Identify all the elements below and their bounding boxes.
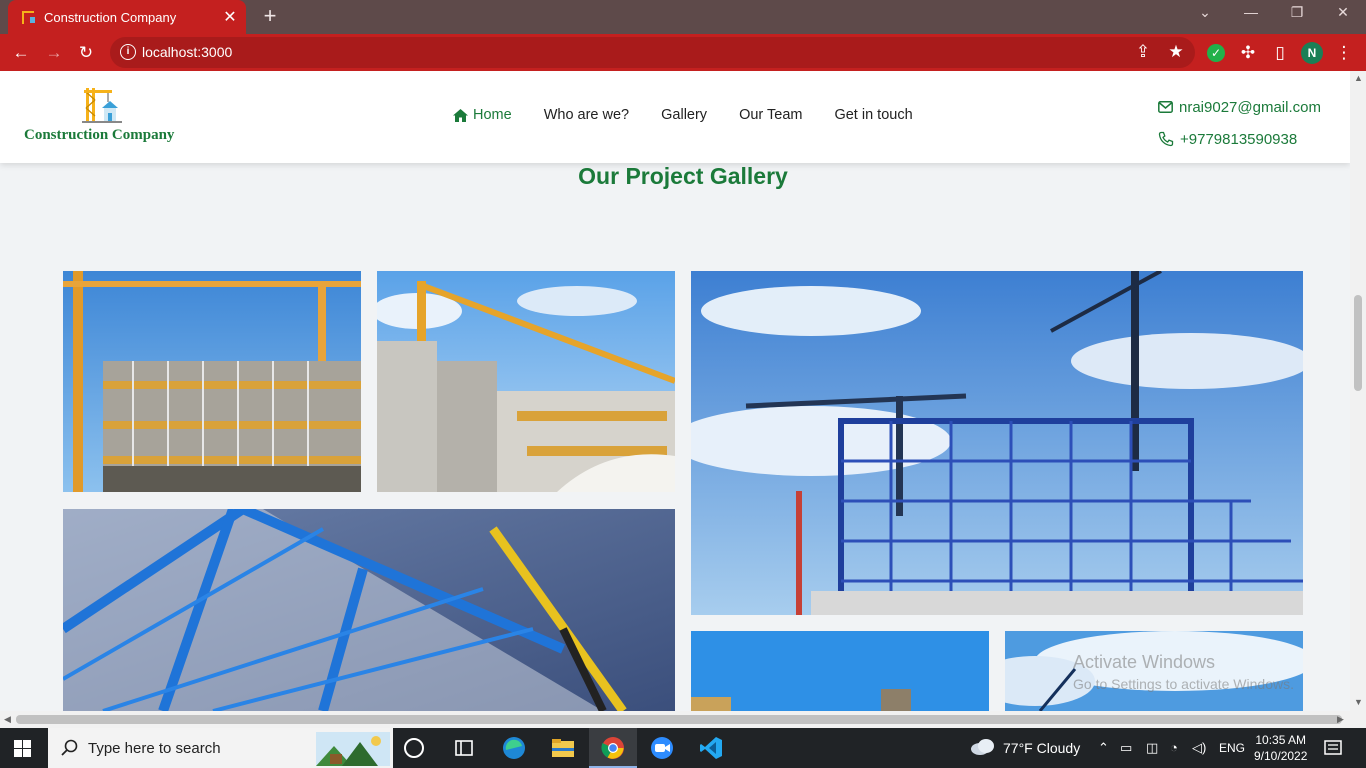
tab-search-icon[interactable]: ⌄ (1193, 4, 1217, 21)
vertical-scroll-thumb[interactable] (1354, 295, 1362, 391)
windows-start-icon[interactable] (14, 740, 31, 757)
cloudy-weather-icon[interactable] (970, 738, 996, 756)
scroll-right-icon[interactable]: ▶ (1337, 714, 1344, 725)
nav-home[interactable]: Home (453, 107, 512, 123)
window-close-icon[interactable]: ✕ (1331, 4, 1355, 21)
close-tab-icon[interactable]: ✕ (222, 7, 238, 27)
address-bar[interactable]: i localhost:3000 ⇪ ★ (110, 37, 1195, 68)
nav-our-team[interactable]: Our Team (739, 107, 802, 123)
steel-frame-building-photo (691, 271, 1303, 615)
url-text: localhost:3000 (142, 44, 233, 60)
weather-text[interactable]: 77°F Cloudy (1003, 740, 1080, 756)
activate-windows-watermark: Activate Windows Go to Settings to activ… (1073, 652, 1294, 692)
phone-link[interactable]: +9779813590938 (1158, 123, 1321, 155)
main-nav: Home Who are we? Gallery Our Team Get in… (453, 107, 945, 123)
zoom-icon[interactable] (650, 736, 674, 760)
volume-icon[interactable]: ◁) (1192, 740, 1206, 756)
sky-building-photo (691, 631, 989, 711)
vertical-scrollbar[interactable]: ▲ ▼ (1350, 71, 1366, 711)
system-clock[interactable]: 10:35 AM 9/10/2022 (1254, 732, 1307, 764)
wifi-icon[interactable]: ◔ (1170, 740, 1178, 755)
gallery-image-1[interactable] (63, 271, 361, 492)
nav-home-label: Home (473, 107, 512, 123)
notifications-icon[interactable] (1324, 739, 1342, 757)
restore-icon[interactable]: ❐ (1285, 4, 1309, 21)
steel-roof-truss-photo (63, 509, 675, 711)
nav-get-in-touch[interactable]: Get in touch (834, 107, 912, 123)
nav-our-team-label: Our Team (739, 107, 803, 123)
nav-gallery-label: Gallery (661, 107, 708, 123)
browser-tab-strip: Construction Company ✕ + ⌄ — ❐ ✕ (0, 0, 1366, 34)
reload-icon[interactable]: ↻ (75, 42, 97, 64)
email-link[interactable]: nrai9027@gmail.com (1158, 91, 1321, 123)
battery-icon[interactable]: ▭ (1120, 740, 1132, 756)
file-explorer-icon[interactable] (551, 736, 575, 760)
profile-avatar[interactable]: N (1301, 42, 1323, 64)
watermark-subtitle: Go to Settings to activate Windows. (1073, 676, 1294, 692)
page-viewport: Construction Company Home Who are we? Ga… (0, 71, 1350, 711)
browser-menu-icon[interactable]: ⋮ (1333, 42, 1355, 64)
browser-tab[interactable]: Construction Company ✕ (8, 0, 246, 34)
task-view-icon[interactable] (452, 736, 476, 760)
chrome-icon (601, 737, 624, 759)
back-icon[interactable]: ← (10, 42, 32, 64)
gallery-title: Our Project Gallery (578, 163, 788, 189)
cortana-icon[interactable] (404, 738, 424, 758)
gallery-image-5[interactable] (691, 631, 989, 711)
bookmark-star-icon[interactable]: ★ (1165, 41, 1187, 63)
watermark-title: Activate Windows (1073, 652, 1216, 672)
minimize-icon[interactable]: — (1239, 4, 1263, 20)
forward-icon[interactable]: → (43, 42, 65, 64)
chrome-taskbar-button[interactable] (589, 728, 637, 768)
meet-now-icon[interactable]: ◫ (1146, 740, 1158, 756)
nav-who-are-we[interactable]: Who are we? (544, 107, 629, 123)
nav-who-are-we-label: Who are we? (543, 107, 630, 123)
scroll-down-icon[interactable]: ▼ (1354, 697, 1363, 707)
brand-name: Construction Company (24, 127, 175, 143)
language-indicator[interactable]: ENG (1219, 741, 1245, 755)
phone-text: +9779813590938 (1180, 130, 1298, 148)
taskbar-search-box[interactable]: Type here to search (48, 728, 393, 768)
crane-logo-icon (82, 88, 122, 123)
horizontal-scrollbar[interactable]: ◀ ▶ (0, 711, 1366, 728)
envelope-icon (1158, 101, 1173, 113)
scroll-left-icon[interactable]: ◀ (4, 714, 11, 725)
search-placeholder: Type here to search (88, 740, 221, 757)
side-panel-icon[interactable]: ▯ (1269, 42, 1291, 64)
edge-browser-icon[interactable] (502, 736, 526, 760)
site-navbar: Construction Company Home Who are we? Ga… (0, 71, 1350, 163)
site-logo[interactable]: Construction Company (24, 86, 194, 146)
extension-check-icon[interactable]: ✓ (1207, 44, 1225, 62)
new-tab-button[interactable]: + (258, 5, 282, 29)
clock-time: 10:35 AM (1255, 733, 1307, 747)
scroll-up-icon[interactable]: ▲ (1354, 73, 1363, 83)
search-highlight-icon (316, 732, 390, 766)
gallery-image-2[interactable] (377, 271, 675, 492)
construction-site-photo (63, 271, 361, 492)
crane-favicon-icon (22, 11, 35, 24)
horizontal-scroll-thumb[interactable] (16, 715, 1342, 724)
extensions-puzzle-icon[interactable]: ✣ (1237, 42, 1259, 64)
concrete-building-photo (377, 271, 675, 492)
nav-gallery[interactable]: Gallery (661, 107, 707, 123)
vscode-icon[interactable] (699, 736, 723, 760)
nav-get-in-touch-label: Get in touch (834, 107, 913, 123)
contact-info: nrai9027@gmail.com +9779813590938 (1158, 91, 1321, 155)
share-icon[interactable]: ⇪ (1132, 41, 1154, 63)
phone-icon (1158, 131, 1174, 147)
windows-taskbar: Type here to search 77°F Cloudy ⌃ ▭ ◫ ◔ … (0, 728, 1366, 768)
tab-title: Construction Company (44, 9, 177, 25)
clock-date: 9/10/2022 (1254, 749, 1308, 763)
site-info-icon[interactable]: i (120, 44, 136, 60)
browser-toolbar: ← → ↻ i localhost:3000 ⇪ ★ ✓ ✣ ▯ N ⋮ (0, 34, 1366, 71)
search-icon (61, 739, 78, 756)
gallery-image-4[interactable] (63, 509, 675, 711)
tray-overflow-icon[interactable]: ⌃ (1098, 740, 1109, 756)
email-text: nrai9027@gmail.com (1179, 98, 1321, 116)
home-icon (453, 108, 468, 122)
gallery-image-3[interactable] (691, 271, 1303, 615)
